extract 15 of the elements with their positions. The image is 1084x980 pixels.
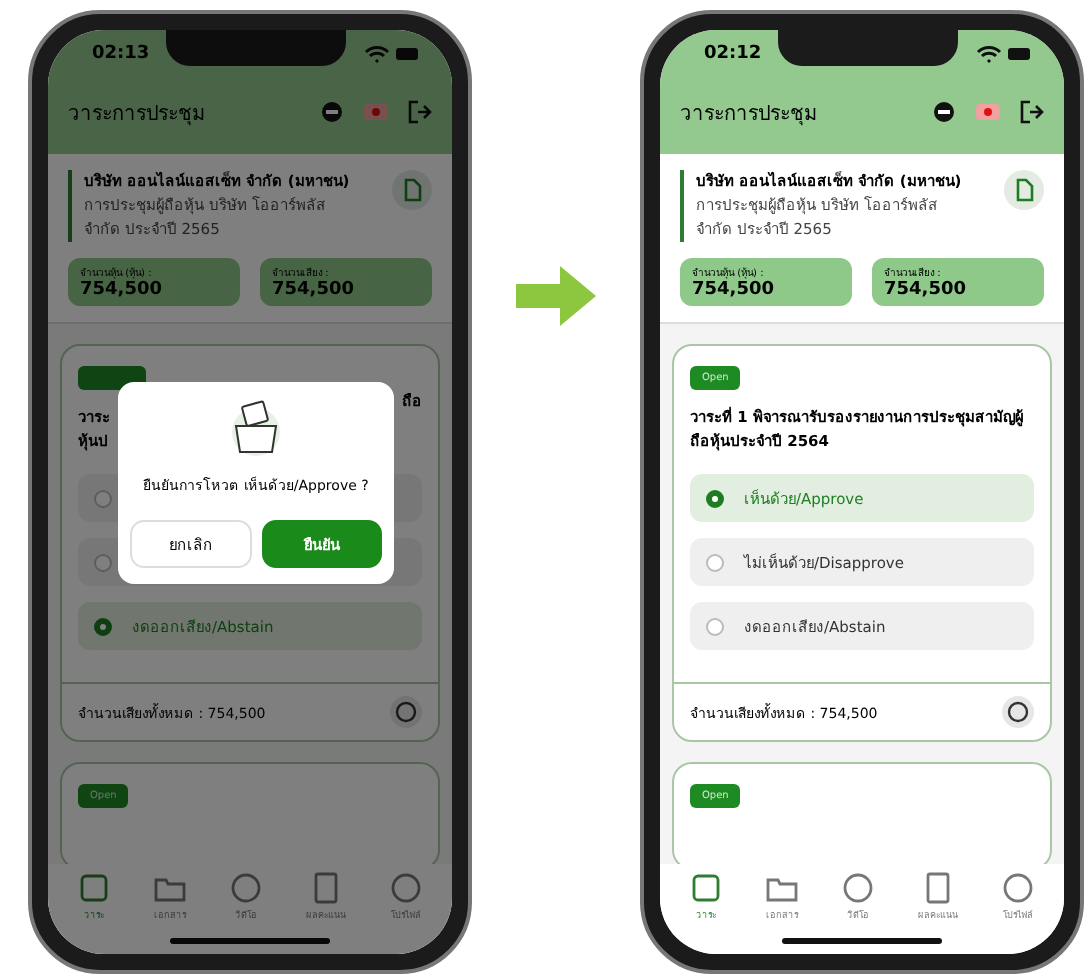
status-icons [364,44,424,64]
document-icon[interactable] [392,170,432,210]
stat-value: 754,500 [692,280,776,300]
status-time: 02:13 [92,44,150,64]
stat-value: 754,500 [80,280,164,300]
stat-value: 754,500 [272,280,356,300]
stat-value: 754,500 [884,280,968,300]
document-icon[interactable] [1004,170,1044,210]
page-title: วาระการประชุม [68,101,208,127]
logout-icon[interactable] [1020,100,1044,124]
status-icons [976,44,1036,64]
arrow-icon [516,266,596,326]
page-title: วาระการประชุม [680,101,820,127]
status-time: 02:12 [704,44,762,64]
live-icon[interactable] [974,100,1002,124]
